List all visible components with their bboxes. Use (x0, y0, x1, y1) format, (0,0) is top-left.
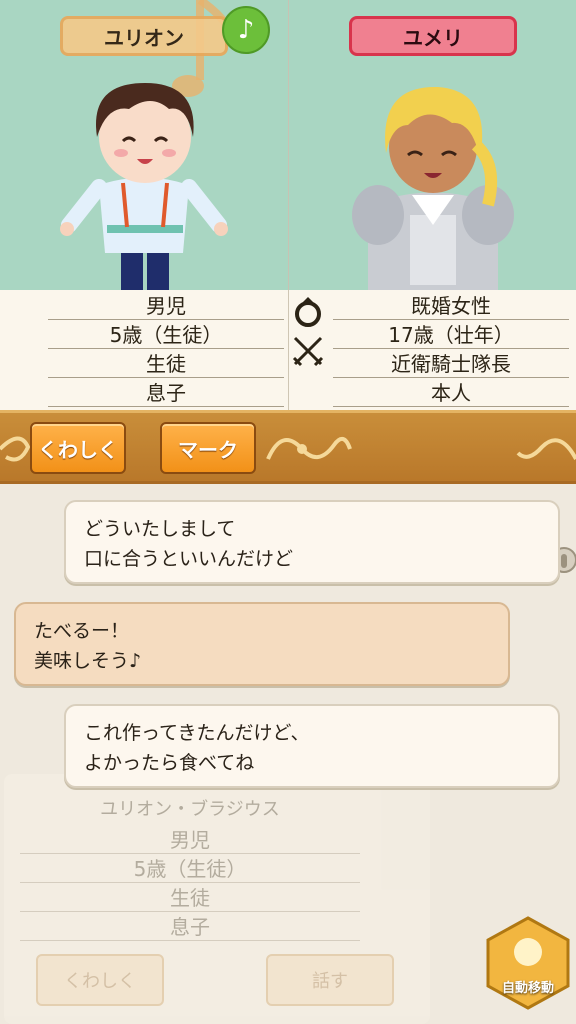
right-info-column: 既婚女性 17歳（壮年） 近衛騎士隊長 本人 (288, 290, 576, 410)
left-character-avatar (60, 83, 228, 290)
chat-line: 美味しそう♪ (34, 650, 142, 672)
chat-area: ユリオン・ブラジウス 男児 5歳（生徒） 生徒 息子 くわしく 話す どういたし… (0, 484, 576, 1024)
right-info-job: 近衛騎士隊長 (333, 350, 569, 378)
left-info-gender: 男児 (48, 292, 284, 320)
left-info-job: 生徒 (48, 350, 284, 378)
left-info-column: 男児 5歳（生徒） 生徒 息子 (0, 290, 288, 410)
left-info-age: 5歳（生徒） (48, 321, 284, 349)
chat-line: 口に合うといいんだけど (84, 548, 294, 570)
chat-line: これ作ってきたんだけど、 (84, 722, 310, 744)
auto-move-label: 自動移動 (501, 981, 554, 996)
right-character-name[interactable]: ユメリ (349, 16, 517, 56)
background-character-panel: ユリオン・ブラジウス 男児 5歳（生徒） 生徒 息子 くわしく 話す (4, 774, 430, 1024)
scroll-ornament-icon (516, 438, 576, 460)
right-info-relation: 本人 (333, 379, 569, 407)
chat-bubble-right: どういたしまして 口に合うといいんだけど (64, 500, 560, 584)
left-info-relation: 息子 (48, 379, 284, 407)
scroll-ornament-icon (0, 436, 30, 462)
music-note-icon[interactable]: ♪ (222, 6, 270, 54)
left-character-name[interactable]: ユリオン (60, 16, 228, 56)
auto-move-button[interactable]: 自動移動 (486, 916, 570, 1010)
chat-line: よかったら食べてね (84, 752, 255, 774)
background-details-button: くわしく (36, 954, 164, 1006)
right-info-gender: 既婚女性 (333, 292, 569, 320)
mark-button[interactable]: マーク (160, 422, 256, 474)
background-row: 生徒 (20, 884, 360, 912)
scroll-ornament-icon (266, 437, 352, 460)
chat-line: どういたしまして (84, 518, 236, 540)
background-talk-button: 話す (266, 954, 394, 1006)
ring-icon (295, 297, 321, 327)
character-panels: ユリオン ♪ ユメリ (0, 0, 576, 290)
background-row: 5歳（生徒） (20, 855, 360, 883)
action-bar: くわしく マーク (0, 410, 576, 484)
left-character-panel[interactable]: ユリオン ♪ (0, 0, 288, 290)
right-info-age: 17歳（壮年） (333, 321, 569, 349)
background-row: 息子 (20, 913, 360, 941)
character-info-table: 男児 5歳（生徒） 生徒 息子 既婚女性 17歳（壮年） 近衛騎士隊長 本人 (0, 290, 576, 410)
chat-bubble-left: たべるー！ 美味しそう♪ (14, 602, 510, 686)
details-button[interactable]: くわしく (30, 422, 126, 474)
background-title: ユリオン・ブラジウス (100, 799, 280, 820)
chat-line: たべるー！ (34, 620, 130, 642)
chat-bubble-right: これ作ってきたんだけど、 よかったら食べてね (64, 704, 560, 788)
background-row: 男児 (20, 826, 360, 854)
right-character-panel[interactable]: ユメリ (288, 0, 576, 290)
crossed-swords-icon (292, 336, 324, 367)
right-character-avatar (351, 86, 514, 290)
